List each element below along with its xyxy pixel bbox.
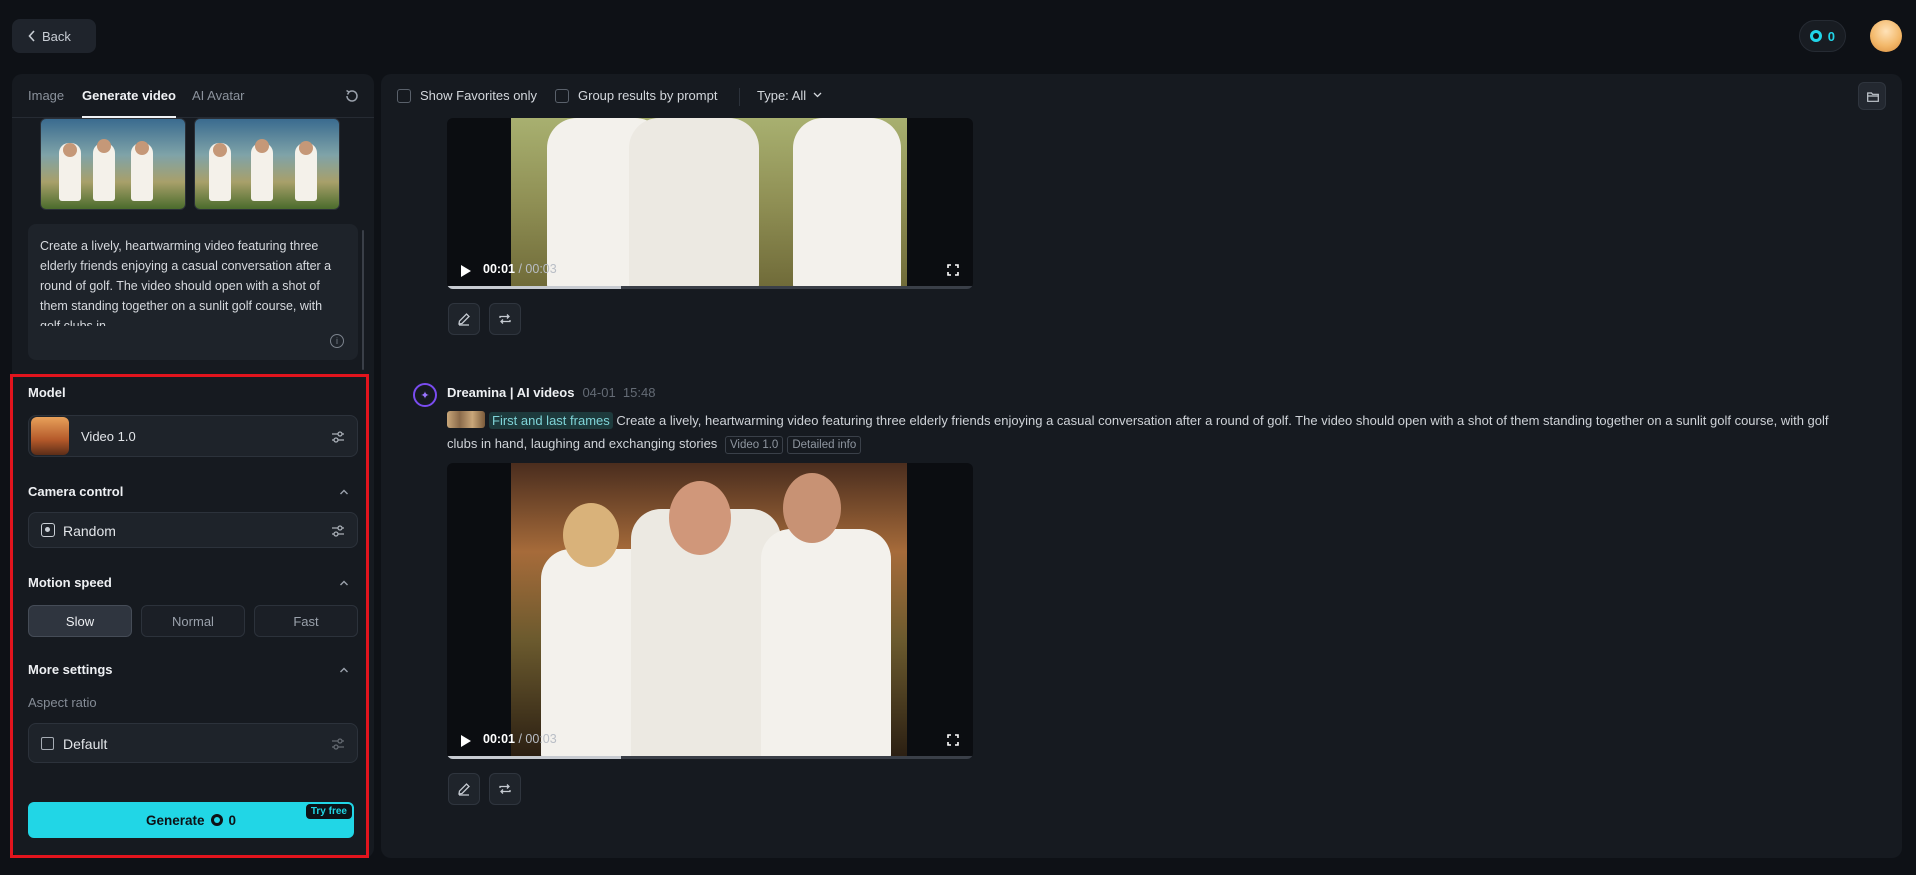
frame-thumbnails	[40, 118, 340, 214]
aspect-icon	[41, 737, 54, 750]
first-frame-thumbnail[interactable]	[40, 118, 186, 210]
reset-icon[interactable]	[344, 88, 360, 104]
video-time: 00:01 / 00:03	[483, 262, 557, 276]
speed-fast-button[interactable]: Fast	[254, 605, 358, 637]
fullscreen-icon[interactable]	[947, 264, 959, 276]
speed-normal-button[interactable]: Normal	[141, 605, 245, 637]
model-tag: Video 1.0	[724, 436, 784, 454]
result-header: Dreamina | AI videos 04-01 15:48	[447, 385, 655, 400]
result-time: 15:48	[622, 385, 656, 400]
video-current-time: 00:01	[483, 732, 515, 746]
play-icon[interactable]	[461, 735, 471, 747]
credits-count: 0	[1827, 28, 1835, 44]
generate-label: Generate	[145, 812, 205, 828]
chevron-up-icon[interactable]	[339, 578, 349, 588]
group-checkbox[interactable]	[555, 89, 569, 103]
sliders-icon[interactable]	[331, 430, 345, 444]
try-free-badge: Try free	[305, 804, 352, 819]
frames-thumbnail	[447, 411, 485, 428]
video-progress[interactable]	[447, 756, 973, 759]
back-label: Back	[42, 28, 71, 44]
credit-icon	[1809, 30, 1822, 42]
type-filter[interactable]: Type: All	[757, 88, 822, 103]
camera-control-label: Camera control	[28, 484, 124, 499]
model-value: Video 1.0	[81, 429, 136, 444]
aspect-ratio-label: Aspect ratio	[28, 695, 97, 710]
folder-button[interactable]	[1858, 82, 1886, 110]
more-settings-label: More settings	[28, 662, 113, 677]
chevron-left-icon	[28, 30, 35, 42]
favorites-label[interactable]: Show Favorites only	[420, 88, 537, 103]
video-progress-fill	[447, 286, 621, 289]
back-button[interactable]: Back	[12, 19, 96, 53]
edit-button[interactable]	[448, 773, 480, 805]
prompt-textarea[interactable]: Create a lively, heartwarming video feat…	[28, 224, 358, 360]
tab-ai-avatar[interactable]: AI Avatar	[192, 88, 245, 103]
video-time: 00:01 / 00:03	[483, 732, 557, 746]
speed-slow-button[interactable]: Slow	[28, 605, 132, 637]
aspect-ratio-select[interactable]: Default	[28, 723, 358, 763]
fullscreen-icon[interactable]	[947, 734, 959, 746]
model-select[interactable]: Video 1.0	[28, 415, 358, 457]
tab-bar: Image Generate video AI Avatar	[12, 74, 374, 118]
video-progress-fill	[447, 756, 621, 759]
last-frame-thumbnail[interactable]	[194, 118, 340, 210]
video-controls: 00:01 / 00:03	[447, 253, 973, 289]
model-thumbnail	[31, 417, 69, 455]
edit-icon	[458, 783, 470, 796]
credit-icon	[210, 814, 223, 826]
video-controls: 00:01 / 00:03	[447, 723, 973, 759]
play-icon[interactable]	[461, 265, 471, 277]
camera-icon	[41, 523, 55, 537]
results-panel: Show Favorites only Group results by pro…	[381, 74, 1902, 858]
frames-tag[interactable]: First and last frames	[489, 412, 613, 429]
camera-value: Random	[63, 523, 116, 539]
tab-image[interactable]: Image	[28, 88, 64, 103]
regenerate-button[interactable]	[489, 303, 521, 335]
prompt-scrollbar[interactable]	[362, 230, 364, 370]
video-progress[interactable]	[447, 286, 973, 289]
sliders-icon[interactable]	[331, 737, 345, 751]
detailed-info-tag[interactable]: Detailed info	[787, 436, 862, 454]
avatar[interactable]	[1870, 20, 1902, 52]
chevron-down-icon	[813, 92, 822, 98]
result-prompt-text: Create a lively, heartwarming video feat…	[447, 413, 1829, 451]
video-duration: / 00:03	[518, 732, 557, 746]
top-bar: Back 0	[0, 0, 1916, 74]
sliders-icon[interactable]	[331, 524, 345, 538]
generate-button[interactable]: Generate 0 Try free	[28, 802, 354, 838]
filter-bar: Show Favorites only Group results by pro…	[381, 74, 1902, 118]
group-label[interactable]: Group results by prompt	[578, 88, 717, 103]
chevron-up-icon[interactable]	[339, 487, 349, 497]
model-label: Model	[28, 385, 66, 400]
video-player-1[interactable]: 00:01 / 00:03	[447, 118, 973, 289]
video-current-time: 00:01	[483, 262, 515, 276]
folder-icon	[1867, 92, 1879, 102]
edit-icon	[458, 313, 470, 326]
chevron-up-icon[interactable]	[339, 665, 349, 675]
result-date: 04-01	[582, 385, 616, 400]
type-filter-label: Type: All	[757, 88, 807, 103]
regenerate-button[interactable]	[489, 773, 521, 805]
generate-cost: 0	[228, 812, 237, 828]
video-duration: / 00:03	[518, 262, 557, 276]
video-frame	[511, 463, 907, 759]
regenerate-icon	[499, 784, 511, 794]
divider	[739, 88, 740, 106]
aspect-value: Default	[63, 736, 108, 752]
tab-generate-video[interactable]: Generate video	[82, 88, 176, 103]
regenerate-icon	[499, 314, 511, 324]
camera-control-select[interactable]: Random	[28, 512, 358, 548]
result-author: Dreamina | AI videos	[447, 385, 575, 400]
edit-button[interactable]	[448, 303, 480, 335]
prompt-text: Create a lively, heartwarming video feat…	[40, 239, 332, 326]
dreamina-logo-icon	[413, 383, 437, 407]
motion-speed-group: Slow Normal Fast	[28, 605, 358, 637]
motion-speed-label: Motion speed	[28, 575, 112, 590]
result-prompt: First and last frames Create a lively, h…	[447, 409, 1847, 455]
video-player-2[interactable]: 00:01 / 00:03	[447, 463, 973, 759]
info-icon[interactable]: i	[330, 334, 344, 348]
credits-badge[interactable]: 0	[1798, 20, 1846, 52]
favorites-checkbox[interactable]	[397, 89, 411, 103]
